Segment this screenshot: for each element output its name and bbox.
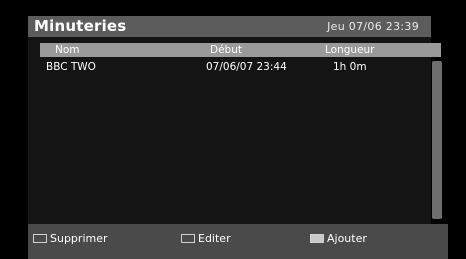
column-header-debut: Début — [210, 44, 242, 56]
add-label: Ajouter — [327, 231, 367, 245]
column-header-longueur: Longueur — [325, 44, 375, 56]
cell-nom: BBC TWO — [46, 61, 96, 73]
color-key-icon — [310, 233, 324, 243]
table-header: Nom Début Longueur — [40, 43, 441, 57]
timer-list-panel: Nom Début Longueur BBC TWO 07/06/07 23:4… — [28, 37, 442, 224]
color-key-icon — [33, 233, 47, 243]
color-key-icon — [181, 233, 195, 243]
footer-bar: Supprimer Editer Ajouter — [28, 224, 448, 259]
delete-button[interactable]: Supprimer — [33, 231, 108, 245]
edit-label: Editer — [198, 231, 231, 245]
datetime-display: Jeu 07/06 23:39 — [327, 20, 419, 33]
timers-screen: Minuteries Jeu 07/06 23:39 Nom Début Lon… — [0, 0, 466, 259]
page-title: Minuteries — [34, 17, 127, 35]
scrollbar[interactable] — [432, 61, 442, 219]
delete-label: Supprimer — [50, 231, 108, 245]
column-header-nom: Nom — [55, 44, 80, 56]
cell-longueur: 1h 0m — [333, 61, 367, 73]
table-row[interactable]: BBC TWO 07/06/07 23:44 1h 0m — [40, 60, 430, 74]
add-button[interactable]: Ajouter — [310, 231, 367, 245]
title-bar: Minuteries Jeu 07/06 23:39 — [28, 16, 431, 37]
cell-debut: 07/06/07 23:44 — [206, 61, 287, 73]
edit-button[interactable]: Editer — [181, 231, 231, 245]
